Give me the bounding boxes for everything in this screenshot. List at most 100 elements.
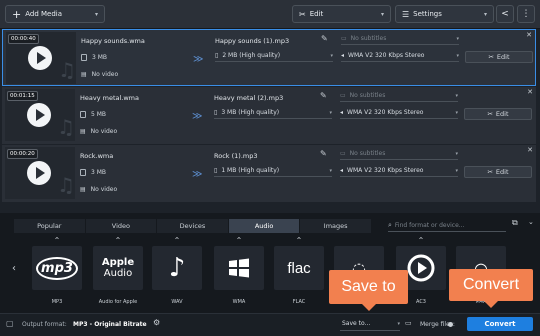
folder-icon[interactable]: ▭ [405, 319, 412, 327]
settings-icon: ☰ [402, 9, 410, 19]
tab-images[interactable]: Images [300, 219, 372, 233]
edit-label: Edit [309, 10, 324, 18]
audio-track-dropdown[interactable]: ◂ WMA V2 320 Kbps Stereo ▾ [341, 50, 459, 62]
remove-file-icon[interactable]: ✕ [527, 88, 533, 96]
file-thumbnail: 00:00:40 ♫ [6, 32, 76, 84]
save-to-dropdown[interactable]: Save to... ▾ [340, 317, 400, 331]
convert-arrow-icon: ≫ [192, 169, 203, 180]
output-file-name: Heavy metal (2).mp3 [214, 94, 284, 102]
format-caption: WAV [171, 299, 183, 305]
audio-track-dropdown[interactable]: ◂ WMA V2 320 Kbps Stereo ▾ [340, 107, 458, 119]
rename-pencil-icon[interactable]: ✎ [321, 34, 328, 43]
file-thumbnail: 00:01:15 ♫ [5, 89, 75, 141]
chevron-up-icon[interactable]: ⌃ [214, 236, 264, 245]
output-size-dropdown[interactable]: ▯ 3 MB (High quality) ▾ [214, 107, 332, 119]
edit-dropdown-button[interactable]: ✂ Edit ▾ [292, 5, 391, 23]
play-icon[interactable] [27, 103, 51, 127]
remove-file-icon[interactable]: ✕ [527, 146, 533, 154]
format-caption: MP3 [51, 299, 63, 305]
file-row[interactable]: 00:00:20 ♫ Rock.wma 3 MB ▤ No video ≫ Roc… [2, 145, 536, 202]
file-thumbnail: 00:00:20 ♫ [5, 147, 75, 199]
source-size: 5 MB [80, 111, 106, 118]
search-placeholder: Find format or device... [394, 221, 465, 229]
format-caption: WMA [232, 299, 246, 305]
music-note-icon: ♫ [57, 115, 75, 139]
output-format-label: Output format: [22, 321, 67, 328]
scissors-icon: ✂ [487, 110, 493, 118]
save-to-callout-text: Save to [341, 278, 396, 295]
more-vertical-icon: ⋮ [521, 9, 531, 19]
output-file-name: Rock (1).mp3 [214, 152, 258, 160]
audio-icon: ◂ [341, 52, 345, 59]
tab-popular[interactable]: Popular [14, 219, 86, 233]
subtitles-icon: ▭ [341, 35, 347, 42]
flac-logo-icon: flac [287, 259, 311, 277]
tab-audio[interactable]: Audio [228, 219, 301, 233]
file-row[interactable]: 00:01:15 ♫ Heavy metal.wma 5 MB ▤ No vide… [2, 87, 536, 144]
chevron-up-icon[interactable]: ⌃ [274, 236, 324, 245]
format-mp3[interactable]: mp3 [32, 246, 82, 290]
expand-panel-icon[interactable]: ⧉ [512, 218, 518, 228]
output-size-dropdown[interactable]: ▯ 2 MB (High quality) ▾ [215, 50, 333, 62]
format-audio-for-apple[interactable]: Apple Audio [93, 246, 143, 290]
chevron-down-icon: ▾ [380, 10, 384, 18]
subtitles-dropdown[interactable]: ▭ No subtitles ▾ [340, 90, 458, 102]
source-video: ▤ No video [80, 128, 118, 135]
format-flac[interactable]: flac [274, 246, 324, 290]
mp3-logo-icon: mp3 [36, 256, 78, 280]
video-icon: ▤ [80, 186, 86, 193]
tab-devices[interactable]: Devices [157, 219, 229, 233]
chevron-up-icon[interactable]: ⌃ [32, 236, 82, 245]
convert-label: Convert [484, 320, 516, 328]
edit-file-button[interactable]: ✂ Edit [465, 51, 533, 63]
save-to-label: Save to... [342, 320, 371, 327]
source-video: ▤ No video [81, 71, 119, 78]
merge-toggle[interactable] [448, 322, 453, 327]
file-icon [80, 111, 86, 118]
subtitles-dropdown[interactable]: ▭ No subtitles ▾ [341, 33, 459, 45]
file-icon: ▯ [214, 109, 218, 116]
rename-pencil-icon[interactable]: ✎ [320, 149, 327, 158]
format-search-input[interactable]: ⌕ Find format or device... [388, 219, 506, 232]
source-file-name: Happy sounds.wma [81, 37, 145, 45]
search-icon: ⌕ [388, 220, 392, 229]
file-row[interactable]: 00:00:40 ♫ Happy sounds.wma 3 MB ▤ No vid… [2, 29, 536, 86]
audio-icon: ◂ [340, 109, 344, 116]
format-caption: FLAC [292, 299, 306, 305]
chevron-down-icon: ▾ [94, 10, 98, 18]
chevron-up-icon[interactable]: ⌃ [93, 236, 143, 245]
source-file-name: Rock.wma [80, 152, 114, 160]
gear-icon[interactable]: ⚙ [153, 318, 160, 327]
audio-icon: ◂ [340, 167, 344, 174]
more-options-button[interactable]: ⋮ [517, 5, 535, 23]
add-media-button[interactable]: + Add Media ▾ [5, 5, 105, 23]
share-button[interactable]: < [496, 5, 514, 23]
rename-pencil-icon[interactable]: ✎ [320, 91, 327, 100]
play-icon[interactable] [28, 46, 52, 70]
edit-file-button[interactable]: ✂ Edit [464, 166, 532, 178]
subtitles-icon: ▭ [340, 150, 346, 157]
settings-label: Settings [413, 10, 442, 18]
play-icon[interactable] [27, 161, 51, 185]
audio-track-dropdown[interactable]: ◂ WMA V2 320 Kbps Stereo ▾ [340, 165, 458, 177]
output-size-dropdown[interactable]: ▯ 1 MB (High quality) ▾ [214, 165, 332, 177]
top-toolbar: + Add Media ▾ ✂ Edit ▾ ☰ Settings ▾ < ⋮ [0, 0, 540, 29]
source-file-name: Heavy metal.wma [80, 94, 139, 102]
collapse-panel-icon[interactable]: ⌄ [528, 218, 534, 226]
chevron-up-icon[interactable]: ⌃ [152, 236, 202, 245]
source-size: 3 MB [81, 54, 107, 61]
format-wav[interactable]: ♪ [152, 246, 202, 290]
video-icon: ▤ [80, 128, 86, 135]
chevron-up-icon[interactable]: ⌃ [396, 236, 446, 245]
source-size: 3 MB [80, 169, 106, 176]
file-icon [81, 54, 87, 61]
tab-video[interactable]: Video [85, 219, 158, 233]
subtitles-dropdown[interactable]: ▭ No subtitles ▾ [340, 148, 458, 160]
chevron-left-icon[interactable]: ‹ [12, 263, 16, 274]
remove-file-icon[interactable]: ✕ [526, 31, 532, 39]
settings-dropdown-button[interactable]: ☰ Settings ▾ [395, 5, 494, 23]
windows-logo-icon [229, 258, 249, 278]
edit-file-button[interactable]: ✂ Edit [464, 108, 532, 120]
convert-button[interactable]: Convert [467, 317, 533, 331]
format-wma[interactable] [214, 246, 264, 290]
